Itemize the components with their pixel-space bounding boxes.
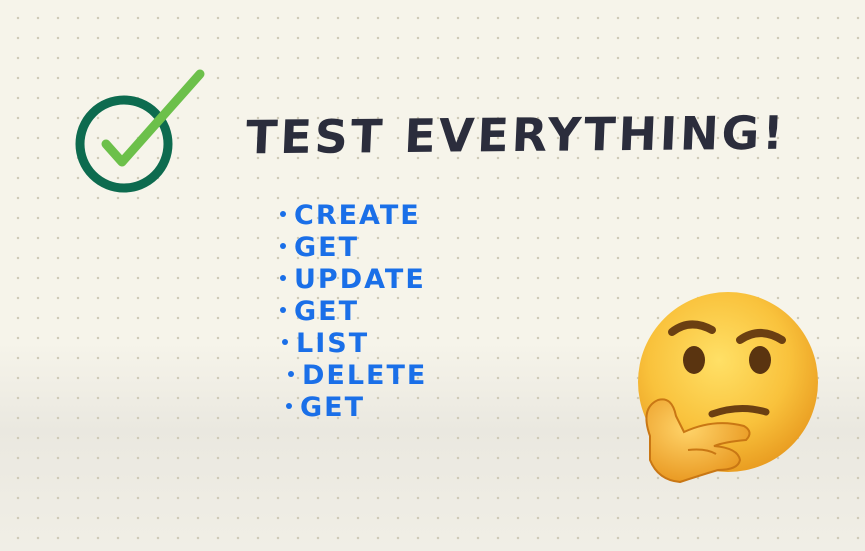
list-item: DELETE (288, 360, 434, 392)
list-item: GET (280, 232, 426, 264)
list-item: UPDATE (280, 264, 426, 296)
bullet-icon (282, 338, 288, 345)
bullet-icon (280, 210, 286, 217)
list-item-label: DELETE (302, 360, 428, 391)
page-title: TEST EVERYTHING! (244, 105, 788, 165)
thinking-face-emoji (638, 292, 818, 484)
test-checklist: CREATE GET UPDATE GET LIST DELETE GET (278, 200, 426, 424)
list-item-label: CREATE (294, 200, 421, 231)
bullet-icon (280, 242, 286, 249)
bullet-icon (280, 274, 286, 281)
check-circle-icon (75, 69, 205, 193)
bullet-icon (286, 402, 292, 409)
list-item: LIST (282, 328, 428, 360)
bullet-icon (288, 370, 294, 377)
list-item-label: LIST (296, 328, 370, 359)
list-item: CREATE (280, 200, 426, 232)
list-item: GET (280, 296, 426, 328)
bullet-icon (280, 306, 286, 313)
list-item-label: GET (294, 232, 360, 263)
list-item-label: GET (300, 392, 366, 423)
dotted-notebook-background: TEST EVERYTHING! CREATE GET UPDATE GET L… (0, 0, 865, 551)
list-item-label: GET (294, 296, 360, 327)
list-item: GET (286, 392, 432, 424)
list-item-label: UPDATE (294, 264, 426, 295)
